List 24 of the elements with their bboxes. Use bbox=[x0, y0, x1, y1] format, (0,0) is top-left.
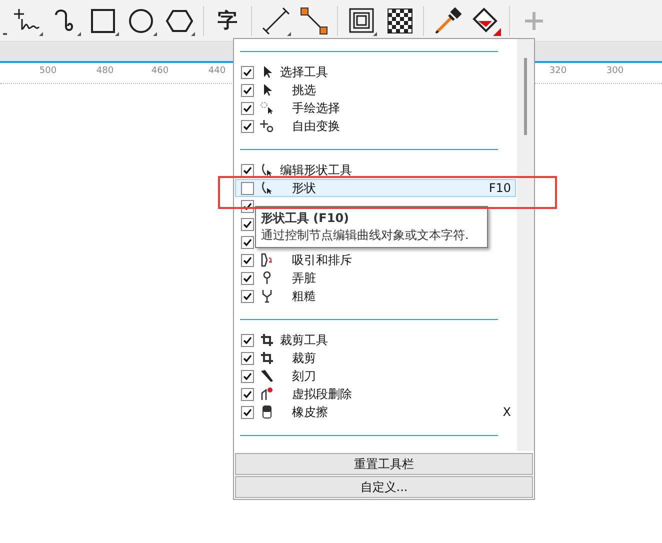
menu-item-label: 裁剪工具 bbox=[280, 332, 328, 348]
menu-item-label: 编辑形状工具 bbox=[280, 162, 352, 178]
ruler-label: 440 bbox=[208, 66, 226, 76]
tooltip-title: 形状工具 (F10) bbox=[261, 210, 350, 227]
menu-item-label: 虚拟段删除 bbox=[292, 386, 352, 402]
menu-item-label: 手绘选择 bbox=[292, 100, 340, 116]
ruler-label: 320 bbox=[549, 66, 567, 76]
menu-item-label: 刻刀 bbox=[292, 368, 316, 384]
ruler-label: 500 bbox=[39, 66, 57, 76]
menu-item-label: 橡皮擦 bbox=[292, 404, 328, 420]
menu-item-label: 吸引和排斥 bbox=[292, 252, 352, 268]
menu-item-label: 形状 bbox=[292, 180, 316, 196]
menu-item-label: 挑选 bbox=[292, 82, 316, 98]
menu-item-label: 选择工具 bbox=[280, 64, 328, 80]
menu-item-label: 自由变换 bbox=[292, 118, 340, 134]
menu-item-label: 粗糙 bbox=[292, 288, 316, 304]
ruler-label: 300 bbox=[606, 66, 624, 76]
tooltip-text: 通过控制节点编辑曲线对象或文本字符. bbox=[261, 227, 470, 244]
shortcut-key: X bbox=[502, 405, 511, 419]
menu-item-label: 弄脏 bbox=[292, 270, 316, 286]
menu-item-label: 裁剪 bbox=[292, 350, 316, 366]
ruler-label: 480 bbox=[96, 66, 114, 76]
shortcut-key: F10 bbox=[488, 181, 511, 195]
ruler-label: 460 bbox=[151, 66, 169, 76]
